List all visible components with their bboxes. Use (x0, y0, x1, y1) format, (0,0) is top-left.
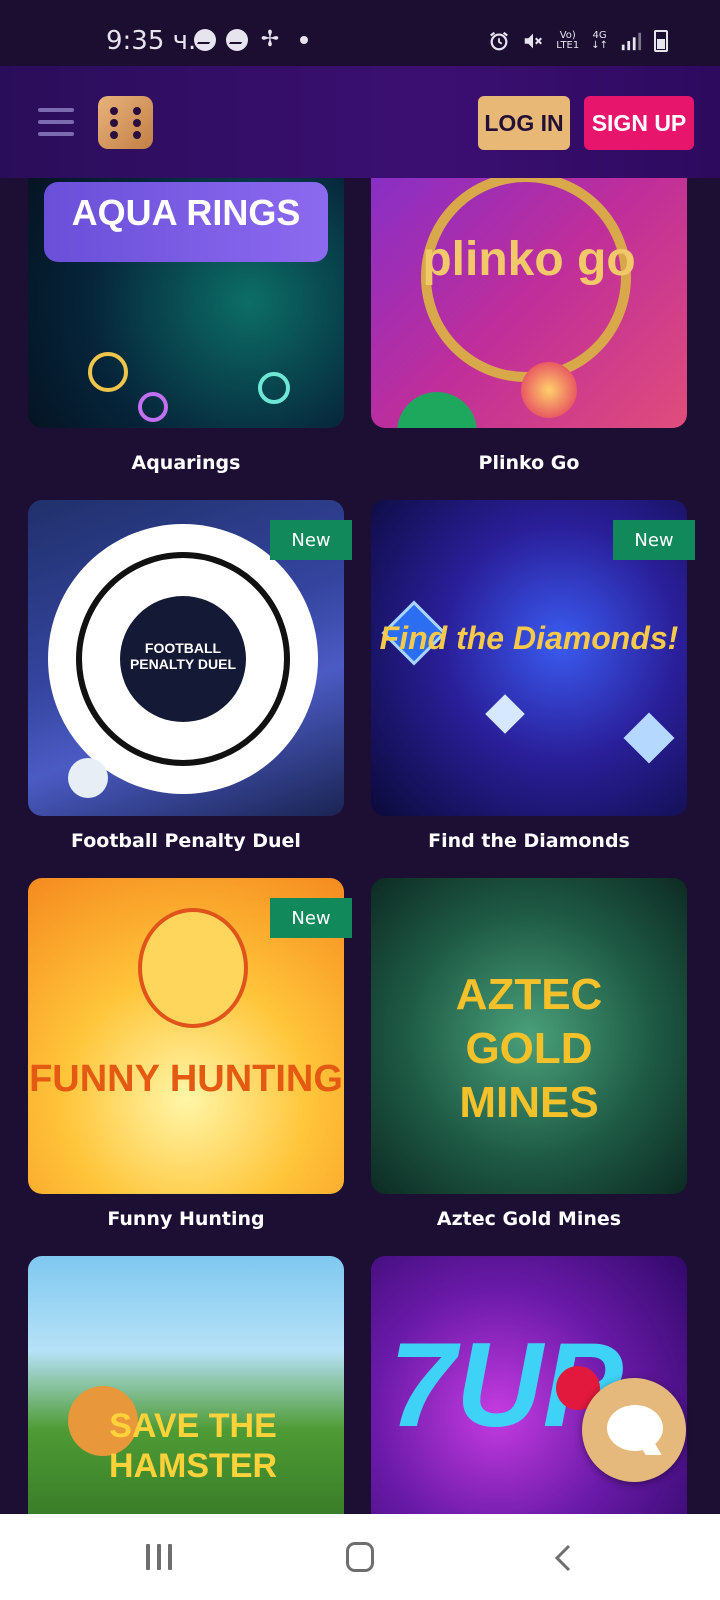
game-title: Aztec Gold Mines (436, 1208, 622, 1230)
game-title: Find the Diamonds (428, 830, 630, 852)
dice-logo[interactable] (98, 96, 153, 149)
system-icons: Vo) LTE1 4G ↓↑ (488, 30, 668, 52)
game-card-funny-hunting[interactable]: FUNNY HUNTING New Funny Hunting (28, 878, 352, 1238)
thumb-title: FUNNY HUNTING (29, 1058, 343, 1100)
volte-label: Vo) LTE1 (556, 31, 579, 51)
back-icon[interactable] (552, 1544, 576, 1572)
ball-decoration (397, 392, 477, 428)
status-bar: 9:35 ч. ✢ Vo) LTE1 4G ↓↑ (0, 0, 720, 66)
thumb-title: plinko go (422, 233, 636, 286)
home-icon[interactable] (346, 1542, 374, 1572)
status-time: 9:35 ч. (106, 26, 197, 56)
ring-decoration (138, 392, 168, 422)
chat-button[interactable] (582, 1378, 686, 1482)
diamond-decoration (623, 712, 675, 764)
app-header: LOG IN SIGN UP (0, 66, 720, 178)
dot-icon (300, 36, 308, 44)
dice-pip (133, 131, 141, 139)
game-title: Plinko Go (478, 452, 580, 474)
alarm-icon (490, 31, 509, 51)
dice-pip (110, 119, 118, 127)
game-card-aztec-gold-mines[interactable]: AZTEC GOLD MINES Aztec Gold Mines (371, 878, 687, 1238)
thumb-title: SAVE THE HAMSTER (108, 1407, 278, 1485)
thumb-title: Find the Diamonds! (379, 620, 679, 656)
fan-icon: ✢ (260, 27, 280, 52)
ring-decoration (258, 372, 290, 404)
signal-icon (621, 32, 642, 51)
login-button[interactable]: LOG IN (478, 96, 570, 150)
mute-icon (525, 33, 543, 49)
hamburger-line (38, 120, 74, 124)
hamburger-line (38, 132, 74, 136)
ball-decoration (68, 758, 108, 798)
chat-icon (607, 1405, 663, 1451)
network-type: 4G ↓↑ (591, 31, 608, 51)
ball-decoration (521, 362, 577, 418)
thumb-title: AZTEC GOLD MINES (455, 970, 603, 1127)
diamond-decoration (485, 694, 525, 734)
hamburger-line (38, 108, 74, 112)
dice-pip (133, 107, 141, 115)
thumb-title: FOOTBALL PENALTY DUEL (129, 640, 237, 672)
dice-pip (110, 107, 118, 115)
rooster-decoration (138, 908, 248, 1028)
new-badge: New (613, 520, 695, 560)
bar (157, 1544, 161, 1570)
bar (146, 1544, 150, 1570)
menu-button[interactable] (38, 108, 74, 136)
system-nav-bar (0, 1514, 720, 1600)
recent-apps-icon[interactable] (146, 1544, 174, 1570)
volte-bottom: LTE1 (556, 40, 580, 51)
game-card-football-penalty-duel[interactable]: FOOTBALL PENALTY DUEL New Football Penal… (28, 500, 352, 860)
game-thumbnail: AZTEC GOLD MINES (371, 878, 687, 1194)
bar (168, 1544, 172, 1570)
new-badge: New (270, 520, 352, 560)
messenger-icon (226, 29, 248, 51)
messenger-icon (194, 29, 216, 51)
thumb-title: AQUA RINGS (71, 192, 301, 233)
game-card-find-the-diamonds[interactable]: Find the Diamonds! New Find the Diamonds (371, 500, 695, 860)
ring-decoration (88, 352, 128, 392)
new-badge: New (270, 898, 352, 938)
signup-button[interactable]: SIGN UP (584, 96, 694, 150)
battery-icon (654, 30, 668, 52)
game-title: Aquarings (131, 452, 241, 474)
game-title: Football Penalty Duel (71, 830, 301, 852)
game-title: Funny Hunting (107, 1208, 265, 1230)
dice-pip (133, 119, 141, 127)
data-arrows-icon: ↓↑ (591, 40, 608, 51)
dice-pip (110, 131, 118, 139)
notification-icons: ✢ (194, 28, 308, 52)
